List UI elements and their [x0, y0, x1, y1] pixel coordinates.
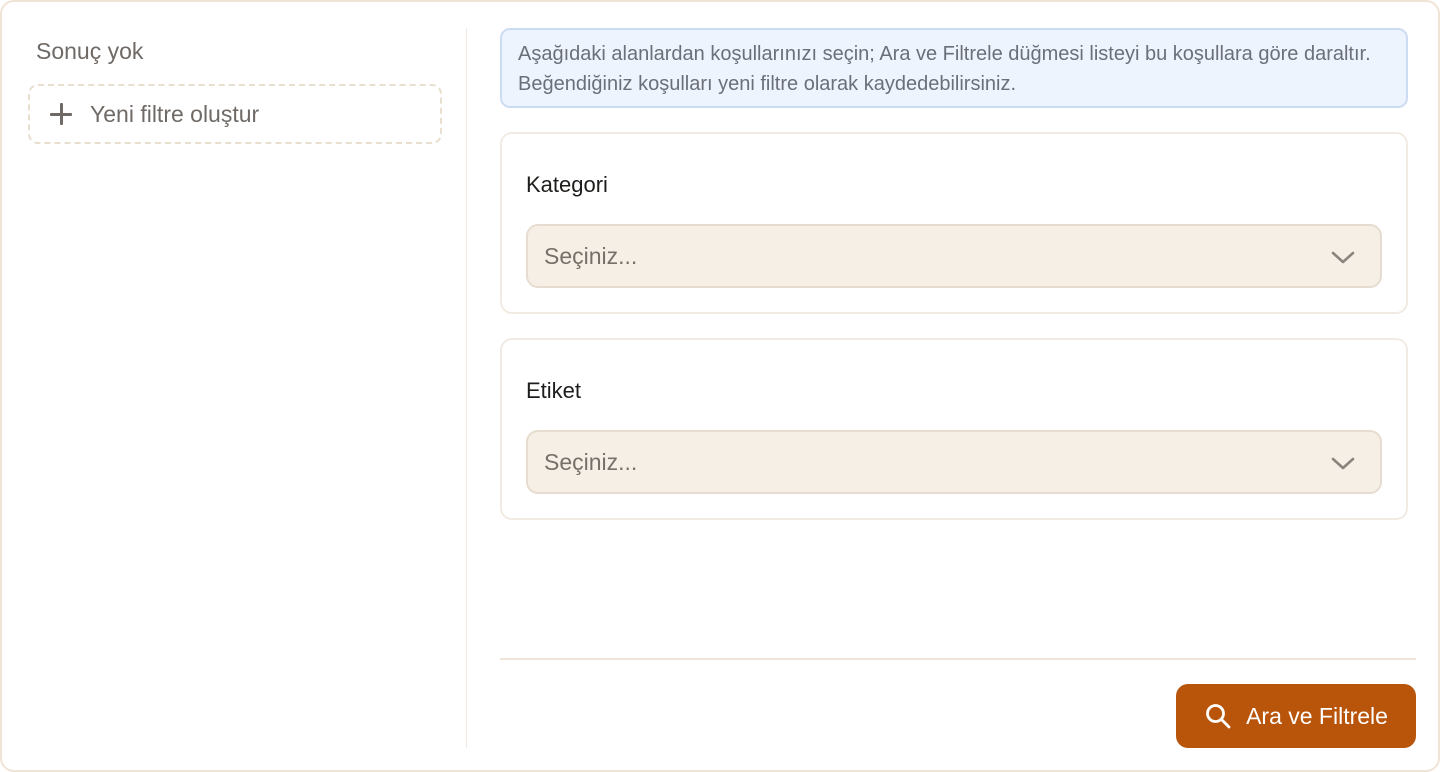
- category-select[interactable]: Seçiniz...: [526, 224, 1382, 288]
- panel-divider: [466, 28, 467, 748]
- tag-select[interactable]: Seçiniz...: [526, 430, 1382, 494]
- tag-field-card: Etiket Seçiniz...: [500, 338, 1408, 520]
- footer-divider: [500, 658, 1416, 660]
- category-label: Kategori: [526, 172, 608, 197]
- new-filter-label: Yeni filtre oluştur: [90, 100, 260, 127]
- search-icon: [1206, 704, 1231, 729]
- category-field-card: Kategori Seçiniz...: [500, 132, 1408, 314]
- tag-label: Etiket: [526, 378, 582, 403]
- search-button-label: Ara ve Filtrele: [1246, 702, 1388, 729]
- category-select-value: Seçiniz...: [544, 242, 638, 269]
- no-results-text: Sonuç yok: [36, 38, 144, 64]
- tag-select-value: Seçiniz...: [544, 448, 638, 475]
- chevron-down-icon: [1331, 457, 1355, 470]
- filter-panel: Sonuç yok Yeni filtre oluştur Aşağıdaki …: [0, 0, 1440, 772]
- plus-icon: [50, 103, 72, 125]
- info-message: Aşağıdaki alanlardan koşullarınızı seçin…: [500, 28, 1408, 108]
- new-filter-button[interactable]: Yeni filtre oluştur: [28, 84, 442, 144]
- search-filter-button[interactable]: Ara ve Filtrele: [1176, 684, 1416, 748]
- chevron-down-icon: [1331, 251, 1355, 264]
